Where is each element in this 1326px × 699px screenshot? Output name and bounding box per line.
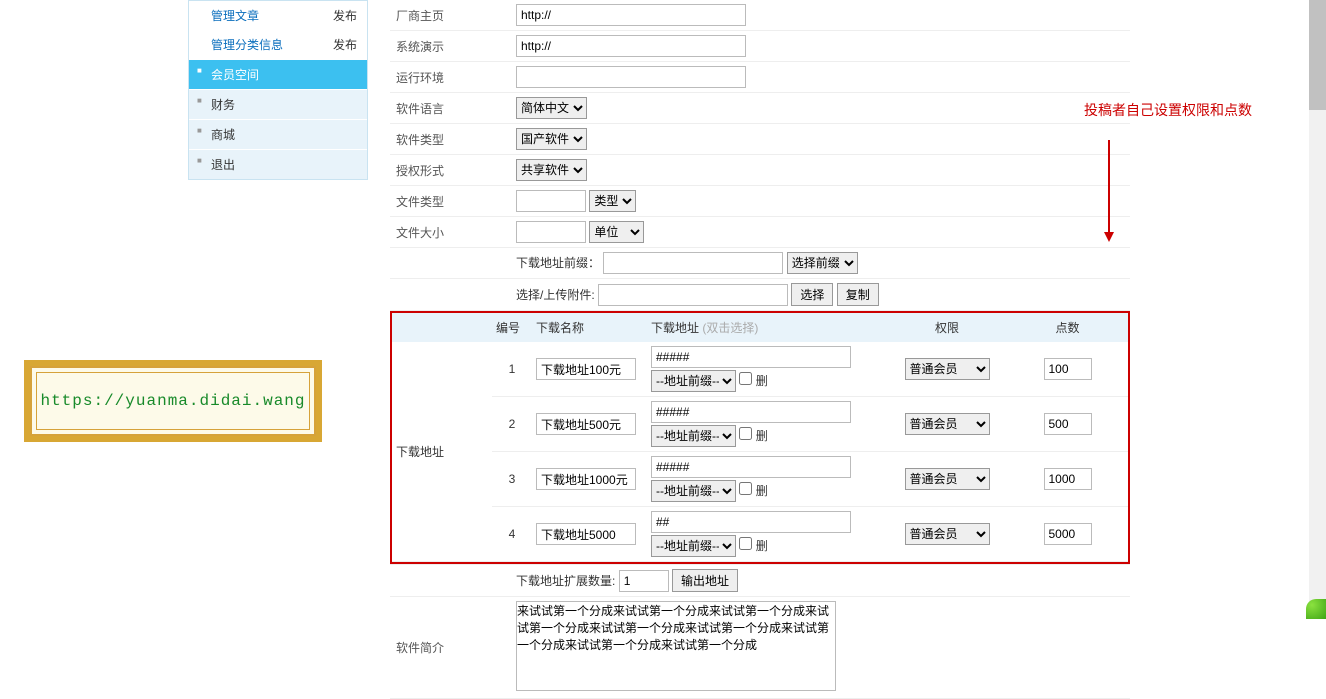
sidebar-item-mall[interactable]: 商城 <box>189 119 367 149</box>
th-perm: 权限 <box>887 313 1007 342</box>
label-license: 授权形式 <box>390 155 510 186</box>
dl-prefix-select[interactable]: --地址前缀-- <box>651 480 736 502</box>
th-no: 编号 <box>492 313 532 342</box>
scrollbar-thumb[interactable] <box>1309 0 1326 110</box>
select-filetype[interactable]: 类型 <box>589 190 636 212</box>
annotation-text: 投稿者自己设置权限和点数 <box>1084 100 1284 120</box>
dl-del-checkbox[interactable] <box>739 427 752 440</box>
textarea-intro[interactable] <box>516 601 836 691</box>
th-addr: 下载地址 <box>651 321 699 335</box>
watermark: https://yuanma.didai.wang <box>24 360 322 442</box>
dl-perm-select[interactable]: 普通会员 <box>905 413 990 435</box>
dl-addr-input[interactable] <box>651 511 851 533</box>
dl-del-label: 删 <box>756 484 768 498</box>
select-filesize-unit[interactable]: 单位 <box>589 221 644 243</box>
dl-del-checkbox[interactable] <box>739 537 752 550</box>
sidebar-item-memberspace[interactable]: 会员空间 <box>189 59 367 89</box>
dl-row: 3 --地址前缀-- 删 普通会员 <box>392 452 1128 507</box>
dl-addr-input[interactable] <box>651 401 851 423</box>
sidebar-row-label: 管理分类信息 <box>211 36 283 53</box>
input-ext-count[interactable] <box>619 570 669 592</box>
dl-prefix-select[interactable]: --地址前缀-- <box>651 370 736 392</box>
btn-upload-select[interactable]: 选择 <box>791 283 833 306</box>
dl-points-input[interactable] <box>1044 413 1092 435</box>
dl-name-input[interactable] <box>536 413 636 435</box>
label-type: 软件类型 <box>390 124 510 155</box>
dl-addr-input[interactable] <box>651 346 851 368</box>
label-filesize: 文件大小 <box>390 217 510 248</box>
dl-del-label: 删 <box>756 539 768 553</box>
dl-perm-select[interactable]: 普通会员 <box>905 468 990 490</box>
th-points: 点数 <box>1007 313 1128 342</box>
th-addr-hint: (双击选择) <box>702 321 758 335</box>
main-form: 厂商主页 系统演示 运行环境 软件语言 简体中文 软件类型 国产软件 授权形式 … <box>390 0 1130 699</box>
dl-row: 下载地址 1 --地址前缀-- 删 普通会员 <box>392 342 1128 397</box>
dl-del-checkbox[interactable] <box>739 372 752 385</box>
input-upload[interactable] <box>598 284 788 306</box>
dl-del-checkbox[interactable] <box>739 482 752 495</box>
dl-name-input[interactable] <box>536 468 636 490</box>
sidebar-item-logout[interactable]: 退出 <box>189 149 367 179</box>
select-license[interactable]: 共享软件 <box>516 159 587 181</box>
btn-upload-copy[interactable]: 复制 <box>837 283 879 306</box>
dl-points-input[interactable] <box>1044 523 1092 545</box>
input-env[interactable] <box>516 66 746 88</box>
dl-no: 3 <box>492 452 532 507</box>
watermark-text: https://yuanma.didai.wang <box>36 372 310 430</box>
sidebar-row-label: 管理文章 <box>211 7 259 24</box>
sidebar-row-articles[interactable]: 管理文章 发布 <box>189 1 367 30</box>
dl-addr-input[interactable] <box>651 456 851 478</box>
label-prefix: 下载地址前缀： <box>516 256 600 270</box>
input-filesize[interactable] <box>516 221 586 243</box>
btn-output-addr[interactable]: 输出地址 <box>672 569 738 592</box>
sidebar-row-action[interactable]: 发布 <box>333 7 357 24</box>
dl-points-input[interactable] <box>1044 358 1092 380</box>
sidebar-row-categories[interactable]: 管理分类信息 发布 <box>189 30 367 59</box>
label-demo: 系统演示 <box>390 31 510 62</box>
sidebar-item-finance[interactable]: 财务 <box>189 89 367 119</box>
annotation-arrow-icon <box>1108 140 1110 240</box>
dl-name-input[interactable] <box>536 523 636 545</box>
sidebar-row-action[interactable]: 发布 <box>333 36 357 53</box>
input-filetype[interactable] <box>516 190 586 212</box>
dl-row: 2 --地址前缀-- 删 普通会员 <box>392 397 1128 452</box>
dl-prefix-select[interactable]: --地址前缀-- <box>651 535 736 557</box>
dl-del-label: 删 <box>756 429 768 443</box>
dl-section-label: 下载地址 <box>392 342 492 562</box>
dl-prefix-select[interactable]: --地址前缀-- <box>651 425 736 447</box>
th-name: 下载名称 <box>532 313 647 342</box>
label-ext-count: 下载地址扩展数量: <box>516 574 615 588</box>
dl-points-input[interactable] <box>1044 468 1092 490</box>
dl-perm-select[interactable]: 普通会员 <box>905 358 990 380</box>
select-prefix[interactable]: 选择前缀 <box>787 252 858 274</box>
corner-badge-icon <box>1306 599 1326 619</box>
dl-no: 2 <box>492 397 532 452</box>
dl-row: 4 --地址前缀-- 删 普通会员 <box>392 507 1128 562</box>
select-lang[interactable]: 简体中文 <box>516 97 587 119</box>
label-upload: 选择/上传附件: <box>516 288 595 302</box>
input-demo[interactable] <box>516 35 746 57</box>
dl-no: 1 <box>492 342 532 397</box>
input-prefix[interactable] <box>603 252 783 274</box>
select-type[interactable]: 国产软件 <box>516 128 587 150</box>
sidebar: 管理文章 发布 管理分类信息 发布 会员空间 财务 商城 退出 <box>188 0 368 180</box>
dl-name-input[interactable] <box>536 358 636 380</box>
dl-perm-select[interactable]: 普通会员 <box>905 523 990 545</box>
download-table-wrap: 编号 下载名称 下载地址 (双击选择) 权限 点数 下载地址 1 --地址前缀-… <box>390 311 1130 564</box>
input-homepage[interactable] <box>516 4 746 26</box>
label-filetype: 文件类型 <box>390 186 510 217</box>
dl-del-label: 删 <box>756 374 768 388</box>
label-homepage: 厂商主页 <box>390 0 510 31</box>
label-lang: 软件语言 <box>390 93 510 124</box>
dl-no: 4 <box>492 507 532 562</box>
label-intro: 软件简介 <box>390 597 510 699</box>
label-env: 运行环境 <box>390 62 510 93</box>
